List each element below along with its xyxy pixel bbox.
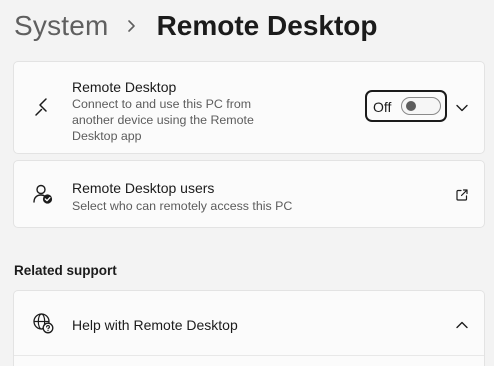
remote-desktop-description-line: Desktop app (72, 129, 142, 143)
remote-desktop-icon (35, 98, 47, 116)
chevron-up-icon[interactable] (455, 318, 469, 332)
remote-desktop-users-card[interactable]: Remote Desktop users Select who can remo… (13, 160, 485, 228)
help-remote-desktop-title: Help with Remote Desktop (72, 317, 238, 333)
open-external-icon[interactable] (455, 188, 469, 202)
breadcrumb: System Remote Desktop (14, 8, 378, 44)
remote-desktop-description: Connect to and use this PC from another … (72, 96, 254, 144)
remote-desktop-users-description: Select who can remotely access this PC (72, 199, 293, 213)
chevron-right-icon (127, 20, 135, 32)
breadcrumb-system-link[interactable]: System (14, 10, 109, 42)
related-support-heading: Related support (14, 263, 117, 278)
user-check-icon (33, 184, 53, 204)
remote-desktop-description-line: another device using the Remote (72, 113, 254, 127)
toggle-state-label: Off (373, 99, 392, 115)
remote-desktop-card: Remote Desktop Connect to and use this P… (13, 61, 485, 154)
remote-desktop-title: Remote Desktop (72, 79, 177, 95)
divider (14, 355, 484, 356)
toggle-knob (406, 101, 416, 111)
page-title: Remote Desktop (156, 10, 378, 41)
remote-desktop-toggle-focus[interactable]: Off (365, 90, 447, 122)
remote-desktop-toggle[interactable] (401, 97, 441, 115)
chevron-down-icon[interactable] (455, 101, 469, 115)
remote-desktop-description-line: Connect to and use this PC from (72, 97, 252, 111)
help-remote-desktop-card[interactable]: Help with Remote Desktop (13, 290, 485, 366)
remote-desktop-users-title: Remote Desktop users (72, 180, 215, 196)
globe-help-icon (33, 313, 54, 334)
